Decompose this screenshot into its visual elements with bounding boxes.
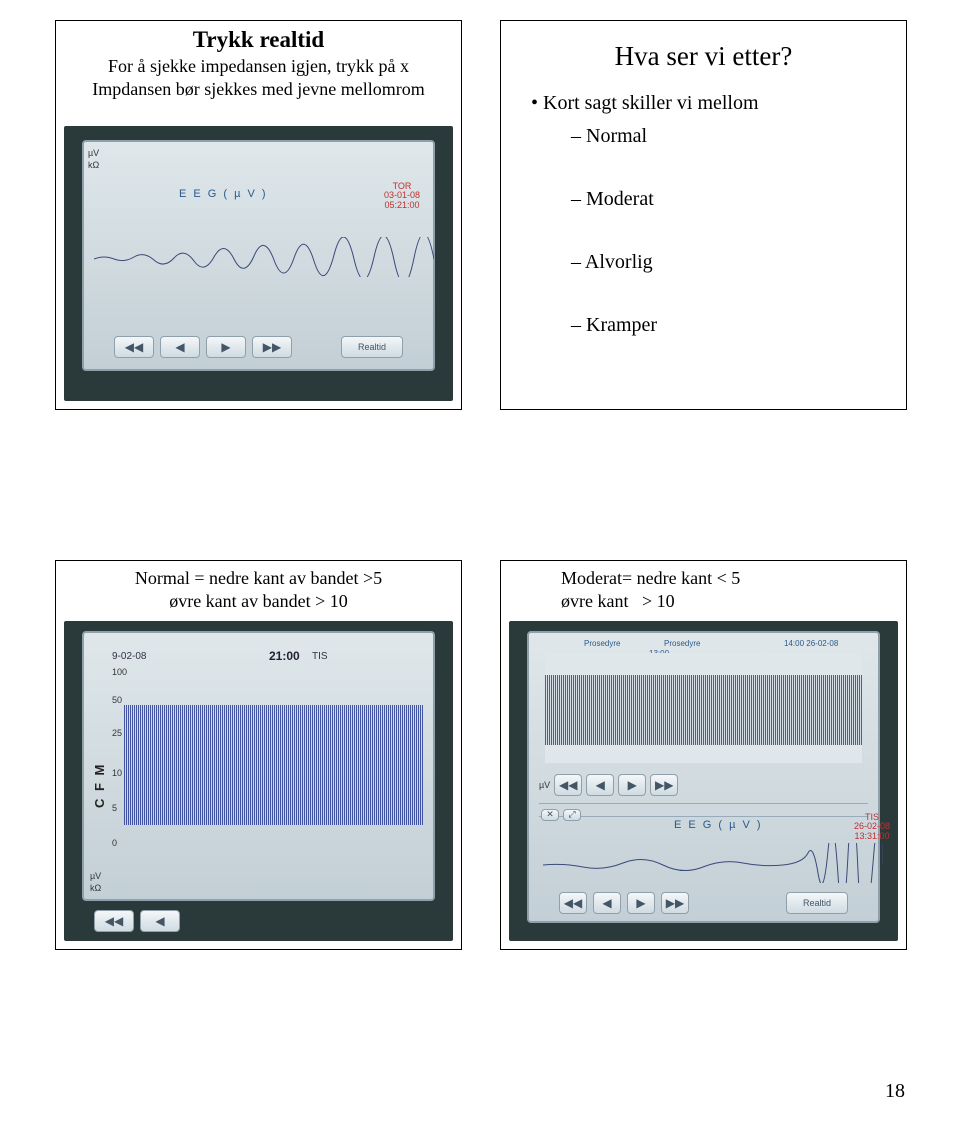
eeg-header-bar: ✕ ⤢: [539, 803, 868, 817]
panel2-title: Hva ser vi etter?: [501, 41, 906, 72]
panel1-subtitle: For å sjekke impedansen igjen, trykk på …: [66, 55, 451, 100]
rewind-button[interactable]: ◀◀: [554, 774, 582, 796]
back-button[interactable]: ◀: [586, 774, 614, 796]
moderate-photo: Prosedyre Prosedyre 13:00 14:00 26-02-08…: [509, 621, 898, 941]
back-button[interactable]: ◀: [140, 910, 180, 932]
cfm-time: 21:00: [269, 649, 300, 663]
back-button[interactable]: ◀: [160, 336, 200, 358]
panel2-item4-text: Kramper: [586, 314, 657, 336]
uv-label: µV: [539, 780, 550, 790]
panel2-item-moderat: – Moderat: [571, 188, 906, 211]
ffwd-button[interactable]: ▶▶: [650, 774, 678, 796]
prosedyre-marker-2: Prosedyre: [664, 639, 700, 648]
d2: 26-02-08: [806, 639, 838, 648]
rewind-button[interactable]: ◀◀: [94, 910, 134, 932]
ytick-100: 100: [112, 667, 127, 677]
panel3-line2: øvre kant av bandet > 10: [169, 591, 348, 611]
back-button[interactable]: ◀: [593, 892, 621, 914]
panel4-caption: Moderat= nedre kant < 5 øvre kant > 10: [561, 567, 896, 612]
ytick-10: 10: [112, 768, 122, 778]
ffwd-button[interactable]: ▶▶: [252, 336, 292, 358]
uv-label: µV: [88, 148, 99, 158]
forward-button[interactable]: ▶: [206, 336, 246, 358]
cfm-screen: 9-02-08 21:00 TIS C F M 100 50 25 10 5 0…: [82, 631, 435, 901]
ytick-25: 25: [112, 728, 122, 738]
cfm-band-top: [545, 653, 862, 763]
cfm-controls: ◀◀ ◀: [94, 907, 423, 935]
ytick-50: 50: [112, 695, 122, 705]
ytick-5: 5: [112, 803, 117, 813]
realtid-button[interactable]: Realtid: [786, 892, 848, 914]
uv-label: µV: [90, 871, 101, 881]
forward-button[interactable]: ▶: [627, 892, 655, 914]
cfm-band: [124, 705, 423, 825]
panel-bottom-right: Moderat= nedre kant < 5 øvre kant > 10 P…: [500, 560, 907, 950]
panel2-bullet-text: Kort sagt skiller vi mellom: [543, 92, 759, 114]
time-marker-2: 14:00 26-02-08: [784, 639, 838, 648]
cfm-photo: 9-02-08 21:00 TIS C F M 100 50 25 10 5 0…: [64, 621, 453, 941]
monitor-screen: µV kΩ E E G ( µ V ) TOR 03-01-08 05:21:0…: [82, 140, 435, 371]
forward-button[interactable]: ▶: [618, 774, 646, 796]
mid-controls: µV ◀◀ ◀ ▶ ▶▶: [539, 773, 868, 797]
tor-timestamp: TOR 03-01-08 05:21:00: [384, 182, 420, 210]
page-number: 18: [885, 1080, 905, 1103]
panel2-item3-text: Alvorlig: [585, 251, 653, 273]
rewind-button[interactable]: ◀◀: [559, 892, 587, 914]
panel1-sub-line2: Impdansen bør sjekkes med jevne mellomro…: [92, 79, 424, 99]
panel3-line1: Normal = nedre kant av bandet >5: [135, 568, 382, 588]
panel2-item-alvorlig: – Alvorlig: [571, 251, 906, 274]
eeg-label: E E G ( µ V ): [674, 819, 763, 831]
panel-top-right: Hva ser vi etter? • Kort sagt skiller vi…: [500, 20, 907, 410]
monitor-photo: µV kΩ E E G ( µ V ) TOR 03-01-08 05:21:0…: [64, 126, 453, 401]
panel-top-left: Trykk realtid For å sjekke impedansen ig…: [55, 20, 462, 410]
cfm-axis-label: C F M: [92, 763, 107, 808]
eeg-waveform: [543, 843, 883, 883]
cfm-tis: TIS: [312, 651, 328, 662]
close-icon[interactable]: ✕: [541, 809, 559, 821]
panel2-item2-text: Moderat: [586, 188, 654, 210]
lower-controls: ◀◀ ◀ ▶ ▶▶ Realtid: [559, 889, 848, 917]
kohm-label: kΩ: [88, 160, 99, 170]
panel4-line1: Moderat= nedre kant < 5: [561, 568, 740, 588]
rewind-button[interactable]: ◀◀: [114, 336, 154, 358]
playback-controls: ◀◀ ◀ ▶ ▶▶ Realtid: [114, 333, 403, 361]
panel2-item-normal: – Normal: [571, 125, 906, 148]
panel2-bullet: • Kort sagt skiller vi mellom: [531, 92, 906, 115]
panel-bottom-left: Normal = nedre kant av bandet >5 øvre ka…: [55, 560, 462, 950]
ffwd-button[interactable]: ▶▶: [661, 892, 689, 914]
panel2-item-kramper: – Kramper: [571, 314, 906, 337]
eeg-label: E E G ( µ V ): [179, 188, 268, 200]
prosedyre-marker-1: Prosedyre: [584, 639, 620, 648]
panel1-title: Trykk realtid: [56, 27, 461, 53]
kohm-label: kΩ: [90, 883, 101, 893]
panel4-line2: øvre kant > 10: [561, 591, 675, 611]
panel1-sub-line1: For å sjekke impedansen igjen, trykk på …: [108, 56, 409, 76]
expand-icon[interactable]: ⤢: [563, 809, 581, 821]
ytick-0: 0: [112, 838, 117, 848]
cfm-date: 9-02-08: [112, 651, 146, 662]
t2: 14:00: [784, 639, 804, 648]
eeg-waveform: [94, 237, 434, 277]
panel2-item1-text: Normal: [586, 125, 647, 147]
realtid-button[interactable]: Realtid: [341, 336, 403, 358]
moderate-screen: Prosedyre Prosedyre 13:00 14:00 26-02-08…: [527, 631, 880, 923]
panel3-caption: Normal = nedre kant av bandet >5 øvre ka…: [66, 567, 451, 612]
eeg-timestamp: TIS 26-02-08 13:31:00: [854, 813, 890, 841]
